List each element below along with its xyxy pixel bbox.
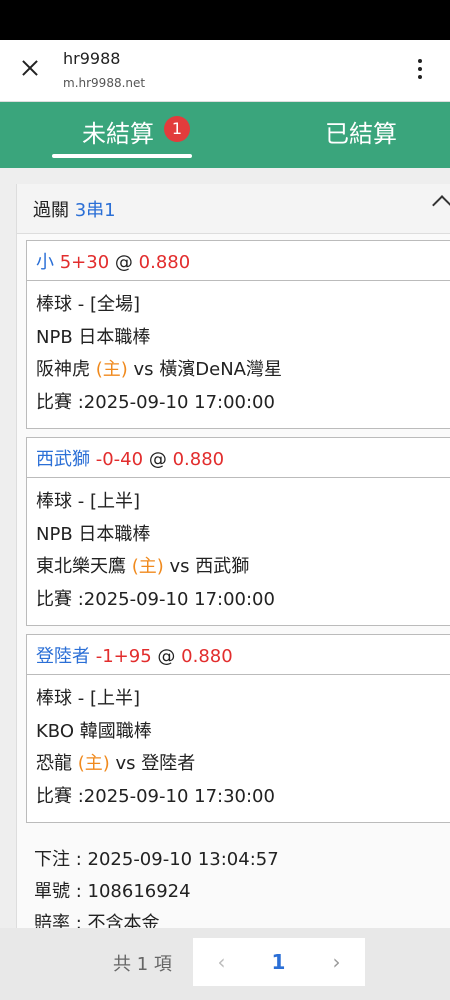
- bet-card-header[interactable]: 過關 3串1: [17, 184, 450, 234]
- more-menu-icon[interactable]: [410, 57, 430, 81]
- pagination: 共 1 項 ‹ 1 ›: [0, 928, 450, 1000]
- close-icon[interactable]: [18, 56, 42, 80]
- leg-pick: 小: [36, 252, 54, 273]
- home-team: 東北樂天鷹: [36, 556, 126, 577]
- home-tag: (主): [77, 753, 110, 774]
- collapse-chevron-up-icon[interactable]: [432, 195, 450, 215]
- parlay-type: 3串1: [74, 200, 116, 221]
- leg-line: -0-40: [95, 449, 144, 470]
- leg-odds: 0.880: [138, 252, 191, 273]
- browser-url: m.hr9988.net: [63, 76, 146, 90]
- tab-unsettled[interactable]: 未結算 1: [82, 114, 190, 149]
- placed-time: 下注 : 2025-09-10 13:04:57: [34, 849, 279, 870]
- tab-unsettled-label: 未結算: [82, 120, 154, 148]
- leg-pick: 登陸者: [36, 646, 90, 667]
- bet-list: 過關 3串1 小 5+30 @ 0.880 棒球 - [全場] NPB 日本職棒…: [0, 168, 450, 928]
- vs-label: vs: [133, 359, 154, 380]
- leg-odds: 0.880: [181, 646, 233, 667]
- tab-settled[interactable]: 已結算: [325, 114, 397, 149]
- away-team: 登陸者: [141, 753, 196, 774]
- leg-league: KBO 韓國職棒: [36, 720, 152, 742]
- page-buttons: ‹ 1 ›: [193, 938, 365, 986]
- leg-pick: 西武獅: [36, 449, 90, 470]
- leg-sport: 棒球 - [上半]: [36, 688, 140, 709]
- leg-line: 5+30: [59, 252, 110, 273]
- bet-type-label: 過關: [33, 200, 69, 221]
- bet-card: 過關 3串1 小 5+30 @ 0.880 棒球 - [全場] NPB 日本職棒…: [16, 184, 450, 928]
- status-bar: [0, 0, 450, 40]
- leg-selection: 小 5+30 @ 0.880: [27, 241, 450, 281]
- vs-label: vs: [169, 556, 190, 577]
- browser-toolbar: hr9988 m.hr9988.net: [0, 40, 450, 102]
- leg-line: -1+95: [95, 646, 152, 667]
- tab-settled-label: 已結算: [325, 120, 397, 148]
- bet-info: 下注 : 2025-09-10 13:04:57 單號 : 108616924 …: [34, 844, 279, 928]
- item-count: 共 1 項: [113, 954, 172, 975]
- vs-label: vs: [115, 753, 136, 774]
- parlay-leg: 西武獅 -0-40 @ 0.880 棒球 - [上半] NPB 日本職棒 東北樂…: [26, 437, 450, 626]
- parlay-leg: 登陸者 -1+95 @ 0.880 棒球 - [上半] KBO 韓國職棒 恐龍 …: [26, 634, 450, 823]
- payout-note: 賠率 : 不含本金: [34, 913, 160, 928]
- leg-league: NPB 日本職棒: [36, 523, 151, 545]
- leg-matchup: 恐龍 (主) vs 登陸者: [36, 748, 450, 781]
- unsettled-count-badge: 1: [164, 116, 190, 142]
- leg-selection: 登陸者 -1+95 @ 0.880: [27, 635, 450, 675]
- current-page-button[interactable]: 1: [250, 938, 307, 986]
- parlay-leg: 小 5+30 @ 0.880 棒球 - [全場] NPB 日本職棒 阪神虎 (主…: [26, 240, 450, 429]
- leg-matchup: 東北樂天鷹 (主) vs 西武獅: [36, 551, 450, 584]
- leg-match-time: 比賽 :2025-09-10 17:00:00: [36, 588, 275, 610]
- active-tab-indicator: [52, 154, 192, 158]
- bet-tabs: 未結算 1 已結算: [0, 102, 450, 168]
- browser-title: hr9988: [63, 49, 121, 68]
- away-team: 橫濱DeNA灣星: [159, 359, 282, 380]
- leg-odds: 0.880: [172, 449, 225, 470]
- ticket-number: 單號 : 108616924: [34, 881, 191, 902]
- leg-at: @: [157, 646, 176, 667]
- leg-match-time: 比賽 :2025-09-10 17:30:00: [36, 785, 275, 807]
- home-tag: (主): [131, 556, 164, 577]
- leg-league: NPB 日本職棒: [36, 326, 151, 348]
- leg-selection: 西武獅 -0-40 @ 0.880: [27, 438, 450, 478]
- leg-match-time: 比賽 :2025-09-10 17:00:00: [36, 391, 275, 413]
- away-team: 西武獅: [195, 556, 250, 577]
- leg-at: @: [114, 252, 133, 273]
- leg-matchup: 阪神虎 (主) vs 橫濱DeNA灣星: [36, 354, 450, 387]
- leg-sport: 棒球 - [全場]: [36, 294, 140, 315]
- home-tag: (主): [95, 359, 128, 380]
- leg-at: @: [148, 449, 167, 470]
- leg-sport: 棒球 - [上半]: [36, 491, 140, 512]
- prev-page-chevron-left-icon[interactable]: ‹: [193, 938, 250, 986]
- home-team: 阪神虎: [36, 359, 90, 380]
- home-team: 恐龍: [36, 753, 72, 774]
- next-page-chevron-right-icon[interactable]: ›: [308, 938, 365, 986]
